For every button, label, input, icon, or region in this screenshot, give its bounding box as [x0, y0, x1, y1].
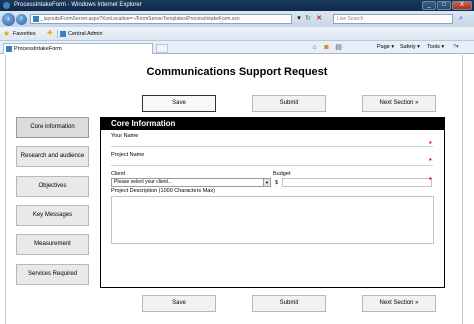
print-icon[interactable]: ▤	[334, 43, 343, 52]
close-button[interactable]: X	[452, 1, 472, 10]
ie-icon	[3, 2, 10, 9]
minimize-button[interactable]: _	[422, 1, 436, 10]
chevron-down-icon: ▼	[263, 179, 270, 186]
window-controls: _ □ X	[422, 1, 472, 10]
currency-symbol: $	[275, 180, 279, 186]
maximize-button[interactable]: □	[437, 1, 451, 10]
section-header: Core Information	[101, 118, 444, 130]
home-icon[interactable]: ⌂	[310, 43, 319, 52]
rss-icon[interactable]: ◙	[322, 43, 331, 52]
project-description-label: Project Description (1000 Characters Max…	[111, 188, 215, 194]
sidebar-item-key-messages[interactable]: Key Messages	[16, 205, 89, 226]
client-label: Client	[111, 171, 126, 177]
favorites-item-central-admin[interactable]: Central Admin	[68, 27, 103, 41]
budget-input[interactable]	[282, 178, 432, 187]
client-select[interactable]: Please select your client... ▼	[111, 178, 271, 187]
sidebar-item-core-information[interactable]: Core information	[16, 117, 89, 138]
page-icon	[60, 31, 66, 37]
favorites-button[interactable]: Favorites	[13, 27, 36, 41]
page-title: Communications Support Request	[146, 66, 328, 78]
search-icon[interactable]: ⌕	[455, 14, 467, 24]
sidebar-item-objectives[interactable]: Objectives	[16, 176, 89, 197]
new-tab-button[interactable]	[156, 44, 168, 53]
sidebar-item-services-required[interactable]: Services Required	[16, 264, 89, 285]
tools-menu[interactable]: Tools ▾	[427, 42, 444, 53]
divider	[57, 30, 58, 38]
page-icon	[33, 16, 39, 22]
required-mark: *	[429, 158, 432, 165]
next-section-button-bottom[interactable]: Next Section »	[362, 295, 436, 312]
save-button-bottom[interactable]: Save	[142, 295, 216, 312]
url-text: _layouts/FormServer.aspx?XsnLocation=~/F…	[41, 16, 240, 22]
submit-button-top[interactable]: Submit	[252, 95, 326, 112]
required-mark: *	[429, 177, 432, 184]
tab-bar: ProcessIntakeForm ⌂ ◙ ▤ Page ▾ Safety ▾ …	[0, 41, 474, 54]
back-button[interactable]: ‹	[2, 13, 15, 26]
page-icon	[6, 46, 12, 52]
page-menu[interactable]: Page ▾	[377, 42, 394, 53]
client-select-value: Please select your client...	[114, 179, 173, 185]
forward-button[interactable]: ›	[16, 14, 27, 25]
address-bar: ‹ › _layouts/FormServer.aspx?XsnLocation…	[0, 11, 474, 27]
budget-label: Budget	[273, 171, 291, 177]
sidebar-item-measurement[interactable]: Measurement	[16, 234, 89, 255]
save-button-top[interactable]: Save	[142, 95, 216, 112]
window-title-bar: ProcessIntakeForm - Windows Internet Exp…	[0, 0, 474, 11]
safety-menu[interactable]: Safety ▾	[400, 42, 420, 53]
required-mark: *	[429, 141, 432, 148]
help-menu[interactable]: ?▾	[453, 42, 459, 53]
project-description-textarea[interactable]	[111, 196, 434, 244]
your-name-input[interactable]	[111, 139, 433, 147]
favorites-bar: ★ Favorites ✚ Central Admin	[0, 27, 474, 41]
project-name-input[interactable]	[111, 158, 433, 166]
tab-label: ProcessIntakeForm	[14, 46, 62, 52]
tab-process-intake-form[interactable]: ProcessIntakeForm	[3, 43, 153, 54]
submit-button-bottom[interactable]: Submit	[252, 295, 326, 312]
favorites-star-icon[interactable]: ★	[3, 27, 10, 41]
url-input[interactable]: _layouts/FormServer.aspx?XsnLocation=~/F…	[30, 14, 292, 24]
sidebar-item-research-audience[interactable]: Research and audience	[16, 146, 89, 167]
next-section-button-top[interactable]: Next Section »	[362, 95, 436, 112]
add-favorite-icon[interactable]: ✚	[47, 27, 53, 41]
core-information-panel: Core Information Your Name * Project Nam…	[100, 117, 445, 288]
refresh-icon[interactable]: ↻	[303, 14, 313, 24]
window-title: ProcessIntakeForm - Windows Internet Exp…	[14, 2, 142, 8]
search-input[interactable]: Live Search	[333, 14, 453, 24]
stop-icon[interactable]: ✕	[314, 14, 324, 24]
